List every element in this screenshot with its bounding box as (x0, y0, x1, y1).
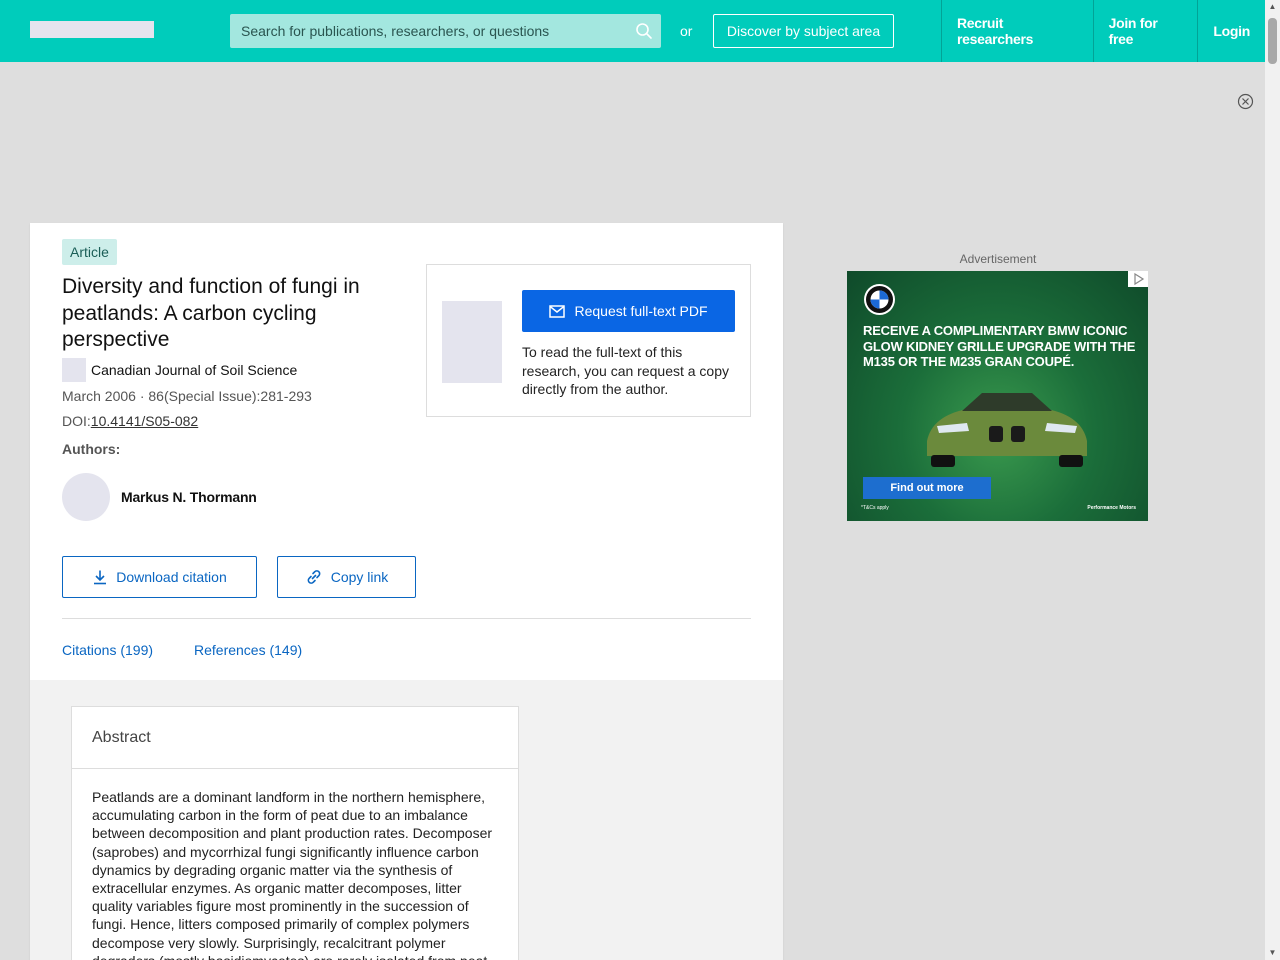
authors-label: Authors: (62, 441, 121, 457)
ad-headline: Receive a complimentary BMW Iconic Glow … (863, 323, 1136, 369)
tab-citations[interactable]: Citations (199) (62, 642, 153, 658)
mail-icon (549, 304, 566, 318)
download-citation-button[interactable]: Download citation (62, 556, 257, 598)
ad-cta-button[interactable]: Find out more (863, 477, 991, 499)
journal-name[interactable]: Canadian Journal of Soil Science (91, 362, 297, 378)
publication-meta: March 2006 · 86(Special Issue):281-293 (62, 388, 312, 404)
or-separator: or (680, 23, 693, 39)
search-input[interactable] (230, 14, 625, 48)
top-navigation-bar: or Discover by subject area Recruit rese… (0, 0, 1265, 62)
link-icon (307, 570, 321, 584)
scroll-down-arrow-icon[interactable]: ▼ (1268, 948, 1277, 958)
advertisement-banner[interactable]: Receive a complimentary BMW Iconic Glow … (847, 271, 1148, 521)
doi-label: DOI: (62, 413, 91, 429)
search-box (230, 14, 661, 48)
advertisement-label: Advertisement (959, 252, 1037, 266)
request-fulltext-button[interactable]: Request full-text PDF (522, 290, 735, 332)
tab-references[interactable]: References (149) (194, 642, 302, 658)
article-type-badge: Article (62, 239, 117, 265)
adchoices-icon[interactable] (1128, 271, 1148, 287)
car-image-icon (927, 393, 1087, 467)
doi-line: DOI:10.4141/S05-082 (62, 413, 198, 429)
site-logo[interactable] (30, 21, 154, 38)
ad-dealer-name: Performance Motors (1087, 505, 1136, 511)
discover-by-subject-button[interactable]: Discover by subject area (713, 14, 894, 48)
recruit-researchers-link[interactable]: Recruit researchers (941, 0, 1093, 62)
scroll-up-arrow-icon[interactable]: ▲ (1268, 2, 1277, 12)
pdf-thumbnail (442, 301, 502, 383)
doi-link[interactable]: 10.4141/S05-082 (91, 413, 198, 429)
abstract-heading: Abstract (72, 707, 518, 769)
abstract-panel: Abstract Peatlands are a dominant landfo… (71, 706, 519, 960)
copy-link-label: Copy link (330, 569, 389, 585)
author-avatar[interactable] (62, 473, 110, 521)
article-title: Diversity and function of fungi in peatl… (62, 275, 360, 351)
copy-link-button[interactable]: Copy link (277, 556, 416, 598)
article-card: Article Diversity and function of fungi … (30, 223, 783, 960)
close-ad-icon[interactable] (1237, 93, 1254, 110)
ad-fine-print: *T&Cs apply (861, 505, 889, 511)
request-description: To read the full-text of this research, … (522, 344, 730, 397)
request-fulltext-label: Request full-text PDF (574, 303, 708, 319)
bmw-logo-icon (864, 284, 895, 315)
search-button[interactable] (627, 14, 661, 48)
login-link[interactable]: Login (1197, 0, 1265, 62)
download-icon (94, 570, 107, 585)
abstract-text: Peatlands are a dominant landform in the… (92, 789, 493, 960)
vertical-scrollbar[interactable]: ▲ ▼ (1265, 0, 1280, 960)
search-icon (636, 23, 652, 39)
scroll-thumb[interactable] (1268, 18, 1277, 64)
author-name[interactable]: Markus N. Thormann (121, 489, 257, 505)
download-citation-label: Download citation (116, 569, 227, 585)
nav-right: Recruit researchers Join for free Login (941, 0, 1265, 62)
journal-icon (62, 358, 86, 382)
join-for-free-link[interactable]: Join for free (1092, 0, 1198, 62)
request-fulltext-box: Request full-text PDF To read the full-t… (426, 264, 751, 417)
tabs-divider (62, 618, 751, 619)
